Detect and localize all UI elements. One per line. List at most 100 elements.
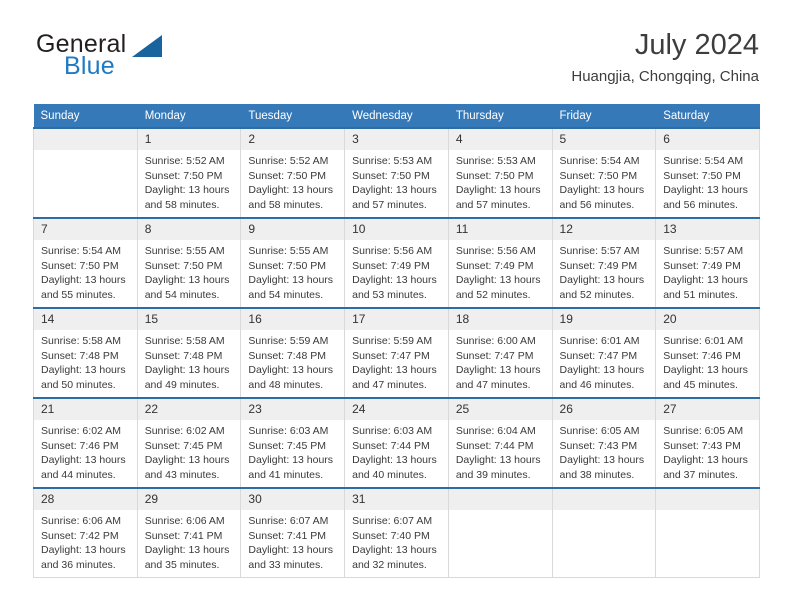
- calendar-week-row: 28 Sunrise: 6:06 AM Sunset: 7:42 PM Dayligh…: [33, 487, 760, 578]
- daylight-text-line2: and 48 minutes.: [248, 378, 324, 391]
- sunset-text: Sunset: 7:48 PM: [41, 349, 119, 362]
- calendar-day-cell[interactable]: 30 Sunrise: 6:07 AM Sunset: 7:41 PM Dayligh…: [240, 487, 346, 578]
- calendar-day-cell[interactable]: 13 Sunrise: 5:57 AM Sunset: 7:49 PM Dayligh…: [655, 217, 760, 308]
- day-number: 28: [34, 489, 137, 510]
- daylight-text-line1: Daylight: 13 hours: [352, 184, 437, 196]
- day-number: 16: [241, 309, 345, 330]
- calendar-day-cell[interactable]: 2 Sunrise: 5:52 AM Sunset: 7:50 PM Daylight…: [240, 127, 346, 218]
- daylight-text-line2: and 57 minutes.: [352, 198, 427, 211]
- daylight-text-line1: Daylight: 13 hours: [248, 544, 334, 556]
- calendar-day-cell[interactable]: 9 Sunrise: 5:55 AM Sunset: 7:50 PM Daylight…: [240, 217, 346, 308]
- day-details: Sunrise: 5:56 AM Sunset: 7:49 PM Daylight:…: [345, 240, 448, 302]
- brand-logo[interactable]: General Blue: [33, 28, 293, 92]
- calendar-day-cell[interactable]: 25 Sunrise: 6:04 AM Sunset: 7:44 PM Dayligh…: [448, 397, 553, 488]
- sunset-text: Sunset: 7:44 PM: [352, 439, 430, 452]
- daylight-text-line1: Daylight: 13 hours: [663, 364, 748, 376]
- sunrise-text: Sunrise: 5:55 AM: [248, 245, 329, 257]
- daylight-text-line1: Daylight: 13 hours: [41, 544, 126, 556]
- daylight-text-line1: Daylight: 13 hours: [455, 184, 541, 196]
- calendar-cell-empty: [448, 487, 553, 578]
- calendar-day-cell[interactable]: 4 Sunrise: 5:53 AM Sunset: 7:50 PM Daylight…: [448, 127, 553, 218]
- day-details: Sunrise: 5:56 AM Sunset: 7:49 PM Daylight:…: [449, 240, 552, 302]
- calendar-day-cell[interactable]: 20 Sunrise: 6:01 AM Sunset: 7:46 PM Dayligh…: [655, 307, 760, 398]
- calendar-week-row: 7 Sunrise: 5:54 AM Sunset: 7:50 PM Daylight…: [33, 217, 760, 308]
- page-header: General Blue July 2024 Huangjia, Chongqi…: [33, 28, 759, 98]
- calendar-day-cell[interactable]: 11 Sunrise: 5:56 AM Sunset: 7:49 PM Dayligh…: [448, 217, 553, 308]
- calendar-day-cell[interactable]: 31 Sunrise: 6:07 AM Sunset: 7:40 PM Dayligh…: [344, 487, 449, 578]
- sunset-text: Sunset: 7:50 PM: [663, 169, 741, 182]
- daylight-text-line2: and 52 minutes.: [455, 288, 531, 301]
- calendar-day-cell[interactable]: 26 Sunrise: 6:05 AM Sunset: 7:43 PM Dayligh…: [552, 397, 657, 488]
- calendar-day-cell[interactable]: 8 Sunrise: 5:55 AM Sunset: 7:50 PM Daylight…: [137, 217, 242, 308]
- daylight-text-line2: and 32 minutes.: [352, 558, 427, 571]
- day-number: 1: [137, 129, 241, 150]
- calendar-day-cell[interactable]: 19 Sunrise: 6:01 AM Sunset: 7:47 PM Dayligh…: [552, 307, 657, 398]
- daylight-text-line1: Daylight: 13 hours: [352, 454, 437, 466]
- daylight-text-line2: and 40 minutes.: [352, 468, 427, 481]
- weekday-header-monday: Monday: [137, 104, 242, 128]
- day-details: Sunrise: 5:52 AM Sunset: 7:50 PM Daylight:…: [138, 150, 241, 212]
- daylight-text-line1: Daylight: 13 hours: [352, 274, 437, 286]
- daylight-text-line1: Daylight: 13 hours: [663, 274, 748, 286]
- calendar-day-cell[interactable]: 27 Sunrise: 6:05 AM Sunset: 7:43 PM Dayligh…: [655, 397, 760, 488]
- sunset-text: Sunset: 7:41 PM: [248, 529, 327, 542]
- daylight-text-line2: and 55 minutes.: [41, 288, 116, 301]
- day-number: [552, 489, 656, 510]
- calendar-day-cell[interactable]: 10 Sunrise: 5:56 AM Sunset: 7:49 PM Dayligh…: [344, 217, 449, 308]
- calendar-day-cell[interactable]: 6 Sunrise: 5:54 AM Sunset: 7:50 PM Daylight…: [655, 127, 760, 218]
- calendar-day-cell[interactable]: 3 Sunrise: 5:53 AM Sunset: 7:50 PM Daylight…: [344, 127, 449, 218]
- day-details: Sunrise: 6:03 AM Sunset: 7:45 PM Daylight:…: [241, 420, 344, 482]
- daylight-text-line1: Daylight: 13 hours: [559, 184, 645, 196]
- calendar-day-cell[interactable]: 15 Sunrise: 5:58 AM Sunset: 7:48 PM Dayligh…: [137, 307, 242, 398]
- daylight-text-line2: and 37 minutes.: [663, 468, 738, 481]
- weekday-header-tuesday: Tuesday: [240, 104, 346, 128]
- sunrise-text: Sunrise: 6:07 AM: [352, 515, 433, 527]
- sunrise-text: Sunrise: 6:06 AM: [41, 515, 121, 527]
- day-number: 17: [345, 309, 448, 330]
- daylight-text-line2: and 44 minutes.: [41, 468, 116, 481]
- sunrise-text: Sunrise: 6:01 AM: [559, 335, 640, 347]
- day-number: 7: [34, 219, 137, 240]
- sunset-text: Sunset: 7:40 PM: [352, 529, 430, 542]
- calendar-day-cell[interactable]: 5 Sunrise: 5:54 AM Sunset: 7:50 PM Daylight…: [552, 127, 657, 218]
- day-number: 19: [552, 309, 656, 330]
- daylight-text-line2: and 38 minutes.: [559, 468, 635, 481]
- daylight-text-line1: Daylight: 13 hours: [41, 364, 126, 376]
- day-details: Sunrise: 5:53 AM Sunset: 7:50 PM Daylight:…: [449, 150, 552, 212]
- calendar-day-cell[interactable]: 23 Sunrise: 6:03 AM Sunset: 7:45 PM Dayligh…: [240, 397, 346, 488]
- day-details: Sunrise: 5:54 AM Sunset: 7:50 PM Daylight:…: [656, 150, 759, 212]
- day-details: Sunrise: 6:01 AM Sunset: 7:47 PM Daylight:…: [553, 330, 656, 392]
- calendar-day-cell[interactable]: 21 Sunrise: 6:02 AM Sunset: 7:46 PM Dayligh…: [33, 397, 138, 488]
- sunset-text: Sunset: 7:50 PM: [144, 169, 223, 182]
- weekday-header-sunday: Sunday: [33, 104, 138, 128]
- day-details: Sunrise: 6:06 AM Sunset: 7:41 PM Daylight:…: [138, 510, 241, 572]
- day-details: Sunrise: 5:58 AM Sunset: 7:48 PM Daylight:…: [34, 330, 137, 392]
- daylight-text-line2: and 51 minutes.: [663, 288, 738, 301]
- day-details: Sunrise: 5:57 AM Sunset: 7:49 PM Daylight:…: [656, 240, 759, 302]
- day-details: Sunrise: 6:05 AM Sunset: 7:43 PM Daylight:…: [656, 420, 759, 482]
- calendar-day-cell[interactable]: 17 Sunrise: 5:59 AM Sunset: 7:47 PM Dayligh…: [344, 307, 449, 398]
- calendar-day-cell[interactable]: 16 Sunrise: 5:59 AM Sunset: 7:48 PM Dayligh…: [240, 307, 346, 398]
- day-number: [656, 489, 759, 510]
- daylight-text-line2: and 54 minutes.: [144, 288, 220, 301]
- sunrise-text: Sunrise: 5:54 AM: [41, 245, 121, 257]
- sunrise-text: Sunrise: 6:07 AM: [248, 515, 329, 527]
- day-number: 30: [241, 489, 345, 510]
- daylight-text-line2: and 36 minutes.: [41, 558, 116, 571]
- calendar-day-cell[interactable]: 7 Sunrise: 5:54 AM Sunset: 7:50 PM Daylight…: [33, 217, 138, 308]
- calendar-day-cell[interactable]: 29 Sunrise: 6:06 AM Sunset: 7:41 PM Dayligh…: [137, 487, 242, 578]
- sunset-text: Sunset: 7:46 PM: [663, 349, 741, 362]
- calendar-day-cell[interactable]: 18 Sunrise: 6:00 AM Sunset: 7:47 PM Dayligh…: [448, 307, 553, 398]
- calendar-day-cell[interactable]: 14 Sunrise: 5:58 AM Sunset: 7:48 PM Dayligh…: [33, 307, 138, 398]
- calendar-day-cell[interactable]: 22 Sunrise: 6:02 AM Sunset: 7:45 PM Dayligh…: [137, 397, 242, 488]
- calendar-header-row: Sunday Monday Tuesday Wednesday Thursday…: [33, 104, 760, 128]
- daylight-text-line1: Daylight: 13 hours: [248, 364, 334, 376]
- calendar-day-cell[interactable]: 1 Sunrise: 5:52 AM Sunset: 7:50 PM Daylight…: [137, 127, 242, 218]
- page-subtitle: Huangjia, Chongqing, China: [571, 68, 759, 85]
- calendar-day-cell[interactable]: 12 Sunrise: 5:57 AM Sunset: 7:49 PM Dayligh…: [552, 217, 657, 308]
- calendar-day-cell[interactable]: 24 Sunrise: 6:03 AM Sunset: 7:44 PM Dayligh…: [344, 397, 449, 488]
- daylight-text-line2: and 35 minutes.: [144, 558, 220, 571]
- sunset-text: Sunset: 7:49 PM: [352, 259, 430, 272]
- calendar-day-cell[interactable]: 28 Sunrise: 6:06 AM Sunset: 7:42 PM Dayligh…: [33, 487, 138, 578]
- sunrise-text: Sunrise: 5:57 AM: [559, 245, 640, 257]
